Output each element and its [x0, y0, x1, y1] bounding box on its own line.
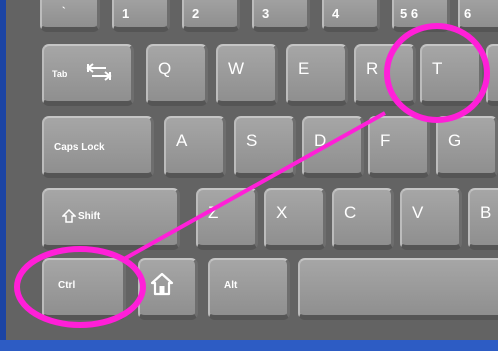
ctrl-key-highlight-circle	[14, 246, 146, 328]
t-key-highlight-circle	[384, 23, 490, 123]
highlight-overlay	[14, 23, 490, 328]
connector-line	[123, 111, 386, 261]
keyboard-screenshot: ` 1 2 3 4 5 6 6 Tab Q W E R T Caps Lock …	[0, 0, 498, 351]
